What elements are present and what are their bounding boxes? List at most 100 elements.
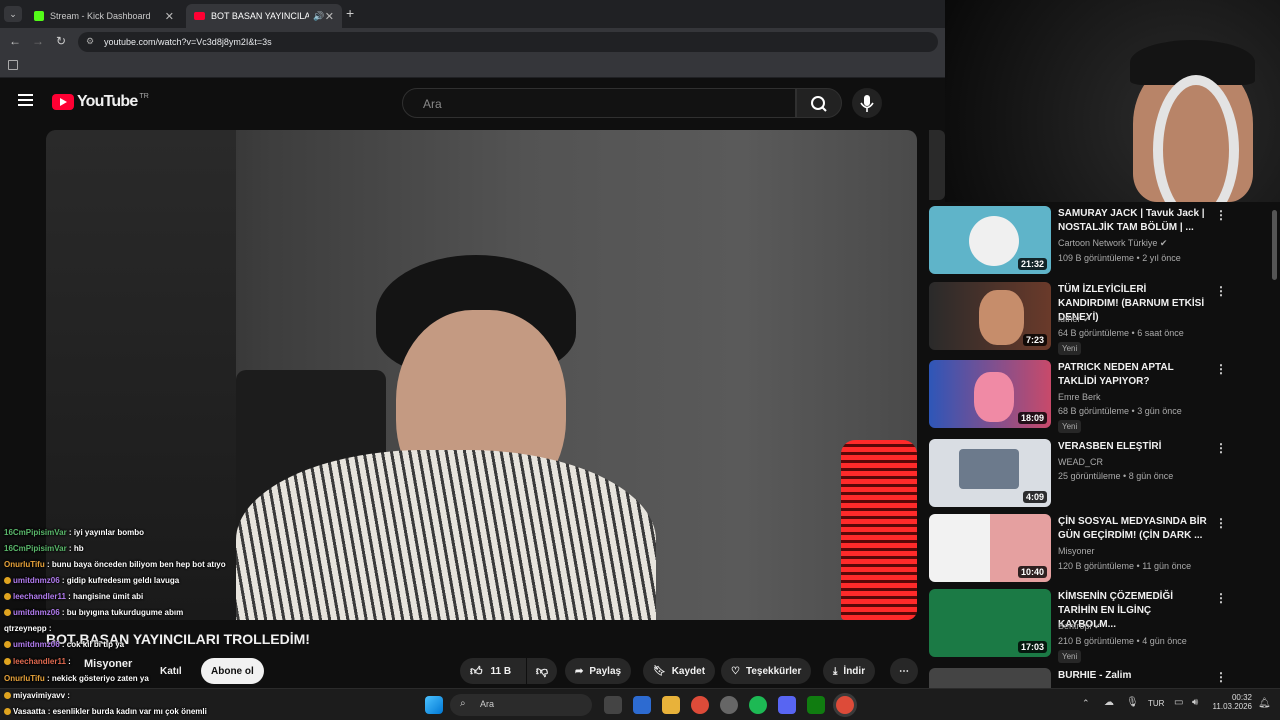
video-thumbnail[interactable]: 7:23 — [929, 282, 1051, 350]
dislike-button[interactable]: 👎︎ — [527, 658, 557, 684]
chrome-active-icon[interactable] — [836, 696, 854, 714]
thumbs-up-icon: 👍︎ — [470, 663, 483, 678]
clock[interactable]: 00:32 11.03.2026 — [1212, 693, 1252, 711]
channel-name[interactable]: Cartoon Network Türkiye ✔ — [1058, 238, 1167, 249]
video-title[interactable]: SAMURAY JACK | Tavuk Jack | NOSTALJİK TA… — [1058, 207, 1208, 235]
new-tab-button[interactable]: + — [346, 5, 354, 21]
tab-search-button[interactable]: ⌄ — [4, 6, 22, 22]
more-options-icon[interactable]: ⋮ — [1215, 516, 1227, 530]
search-button[interactable] — [796, 88, 842, 118]
file-explorer-icon[interactable] — [662, 696, 680, 714]
chat-message: OnurluTifu : nekick gösteriyo zaten ya — [4, 674, 149, 683]
windows-start-icon[interactable] — [425, 696, 443, 714]
tray-chevron-icon[interactable]: ⌃ — [1082, 698, 1090, 709]
video-title[interactable]: BURHIE - Zalim — [1058, 669, 1208, 683]
clock-time: 00:32 — [1231, 693, 1252, 702]
mic-tray-icon[interactable]: 🎙︎ — [1126, 697, 1139, 708]
scrollbar[interactable] — [1272, 210, 1277, 280]
chat-message: umitdnmz06 : cok kıl bi tip ya — [4, 638, 124, 652]
apps-grid-icon[interactable] — [8, 60, 18, 70]
voice-search-button[interactable] — [852, 88, 882, 118]
reload-icon[interactable]: ↻ — [56, 34, 66, 48]
download-button[interactable]: ⤓ İndir — [823, 658, 876, 684]
store-icon[interactable] — [633, 696, 651, 714]
search-input[interactable]: Ara — [402, 88, 796, 118]
bookmarks-bar — [0, 56, 945, 78]
chat-message: leechandler11 : hangisine ümit abi — [4, 590, 143, 604]
channel-name[interactable]: Bentropi ✔ — [1058, 621, 1102, 632]
more-options-icon[interactable]: ⋮ — [1215, 441, 1227, 455]
partial-thumbnail[interactable] — [929, 130, 945, 200]
video-thumbnail[interactable]: 17:03 — [929, 589, 1051, 657]
video-thumbnail[interactable]: 4:09 — [929, 439, 1051, 507]
video-meta: 109 B görüntüleme • 2 yıl önce — [1058, 253, 1181, 263]
spotify-icon[interactable] — [749, 696, 767, 714]
more-actions-button[interactable]: ⋯ — [890, 658, 918, 684]
channel-name[interactable]: Misyoner — [84, 658, 132, 670]
join-button[interactable]: Katıl — [150, 658, 192, 684]
recommendation-item[interactable]: 10:40 ÇİN SOSYAL MEDYASINDA BİR GÜN GEÇİ… — [929, 514, 1229, 588]
more-options-icon[interactable]: ⋮ — [1215, 670, 1227, 684]
video-title[interactable]: ÇİN SOSYAL MEDYASINDA BİR GÜN GEÇİRDİM! … — [1058, 515, 1208, 543]
recommendation-item[interactable]: 4:09 VERASBEN ELEŞTİRİ WEAD_CR 25 görünt… — [929, 439, 1229, 513]
taskbar-search[interactable]: ⌕ Ara — [450, 694, 592, 716]
more-options-icon[interactable]: ⋮ — [1215, 284, 1227, 298]
badge-icon — [4, 641, 11, 649]
recommendation-item[interactable]: 18:09 PATRICK NEDEN APTAL TAKLİDİ YAPIYO… — [929, 360, 1229, 434]
search-icon: ⌕ — [460, 698, 466, 709]
more-options-icon[interactable]: ⋮ — [1215, 362, 1227, 376]
channel-name[interactable]: Emre Berk — [1058, 392, 1101, 402]
bookmark-icon: 🔖︎ — [653, 665, 666, 677]
recommendation-item[interactable]: 21:32 SAMURAY JACK | Tavuk Jack | NOSTAL… — [929, 206, 1229, 280]
forward-icon[interactable]: → — [32, 34, 44, 48]
video-thumbnail[interactable] — [929, 668, 1051, 688]
site-info-icon[interactable]: ⚙ — [86, 36, 94, 47]
video-thumbnail[interactable]: 18:09 — [929, 360, 1051, 428]
recommendation-item[interactable]: 7:23 TÜM İZLEYİCİLERİ KANDIRDIM! (BARNUM… — [929, 282, 1229, 356]
volume-icon[interactable]: 🔊︎ — [1192, 697, 1198, 708]
channel-name[interactable]: luther ✔ — [1058, 314, 1091, 325]
region-code: TR — [139, 93, 149, 100]
verified-icon: ✔ — [1159, 238, 1168, 248]
discord-icon[interactable] — [778, 696, 796, 714]
recommendation-item[interactable]: BURHIE - Zalim ⋮ — [929, 668, 1229, 688]
back-icon[interactable]: ← — [9, 34, 21, 48]
video-title[interactable]: VERASBEN ELEŞTİRİ — [1058, 440, 1208, 454]
more-horizontal-icon: ⋯ — [899, 665, 909, 677]
share-button[interactable]: ➦ Paylaş — [565, 658, 632, 684]
more-options-icon[interactable]: ⋮ — [1215, 591, 1227, 605]
thanks-button[interactable]: ♡ Teşekkürler — [721, 658, 812, 684]
obs-icon[interactable] — [720, 696, 738, 714]
subscribe-button[interactable]: Abone ol — [201, 658, 264, 684]
close-icon[interactable]: ✕ — [165, 10, 174, 23]
xbox-icon[interactable] — [807, 696, 825, 714]
video-title[interactable]: PATRICK NEDEN APTAL TAKLİDİ YAPIYOR? — [1058, 361, 1208, 389]
more-options-icon[interactable]: ⋮ — [1215, 208, 1227, 222]
youtube-logo[interactable]: YouTube TR — [52, 93, 149, 111]
channel-name[interactable]: WEAD_CR — [1058, 457, 1103, 467]
duration-badge: 17:03 — [1017, 641, 1047, 653]
network-icon[interactable]: ▭ — [1174, 697, 1183, 708]
new-badge: Yeni — [1058, 342, 1082, 355]
task-view-icon[interactable] — [604, 696, 622, 714]
cloud-icon[interactable]: ☁ — [1104, 697, 1114, 708]
close-icon[interactable]: ✕ — [325, 10, 334, 23]
thumbs-down-icon: 👎︎ — [535, 663, 549, 678]
video-meta: 120 B görüntüleme • 11 gün önce — [1058, 561, 1192, 571]
video-thumbnail[interactable]: 10:40 — [929, 514, 1051, 582]
tab-kick-dashboard[interactable]: Stream - Kick Dashboard ✕ — [26, 4, 182, 28]
save-button[interactable]: 🔖︎ Kaydet — [643, 658, 716, 684]
video-player[interactable] — [46, 130, 917, 620]
url-field[interactable]: ⚙ youtube.com/watch?v=Vc3d8j8ym2I&t=3s — [78, 32, 938, 52]
hamburger-menu-icon[interactable] — [18, 94, 33, 106]
like-button[interactable]: 👍︎ 11 B — [460, 658, 526, 684]
chrome-icon[interactable] — [691, 696, 709, 714]
channel-name[interactable]: Misyoner — [1058, 546, 1095, 556]
notification-icon[interactable]: 🔔︎ — [1258, 698, 1271, 709]
language-indicator[interactable]: TUR — [1148, 699, 1164, 708]
speaker-icon[interactable]: 🔊 — [313, 11, 324, 22]
tab-youtube-video[interactable]: BOT BASAN YAYINCILARI TROLLEDİM! 🔊 ✕ — [186, 4, 342, 28]
chat-message: Vasaatta : esenlikler burda kadın var mı… — [4, 705, 207, 719]
video-thumbnail[interactable]: 21:32 — [929, 206, 1051, 274]
recommendation-item[interactable]: 17:03 KİMSENİN ÇÖZEMEDİĞİ TARİHİN EN İLG… — [929, 589, 1229, 663]
